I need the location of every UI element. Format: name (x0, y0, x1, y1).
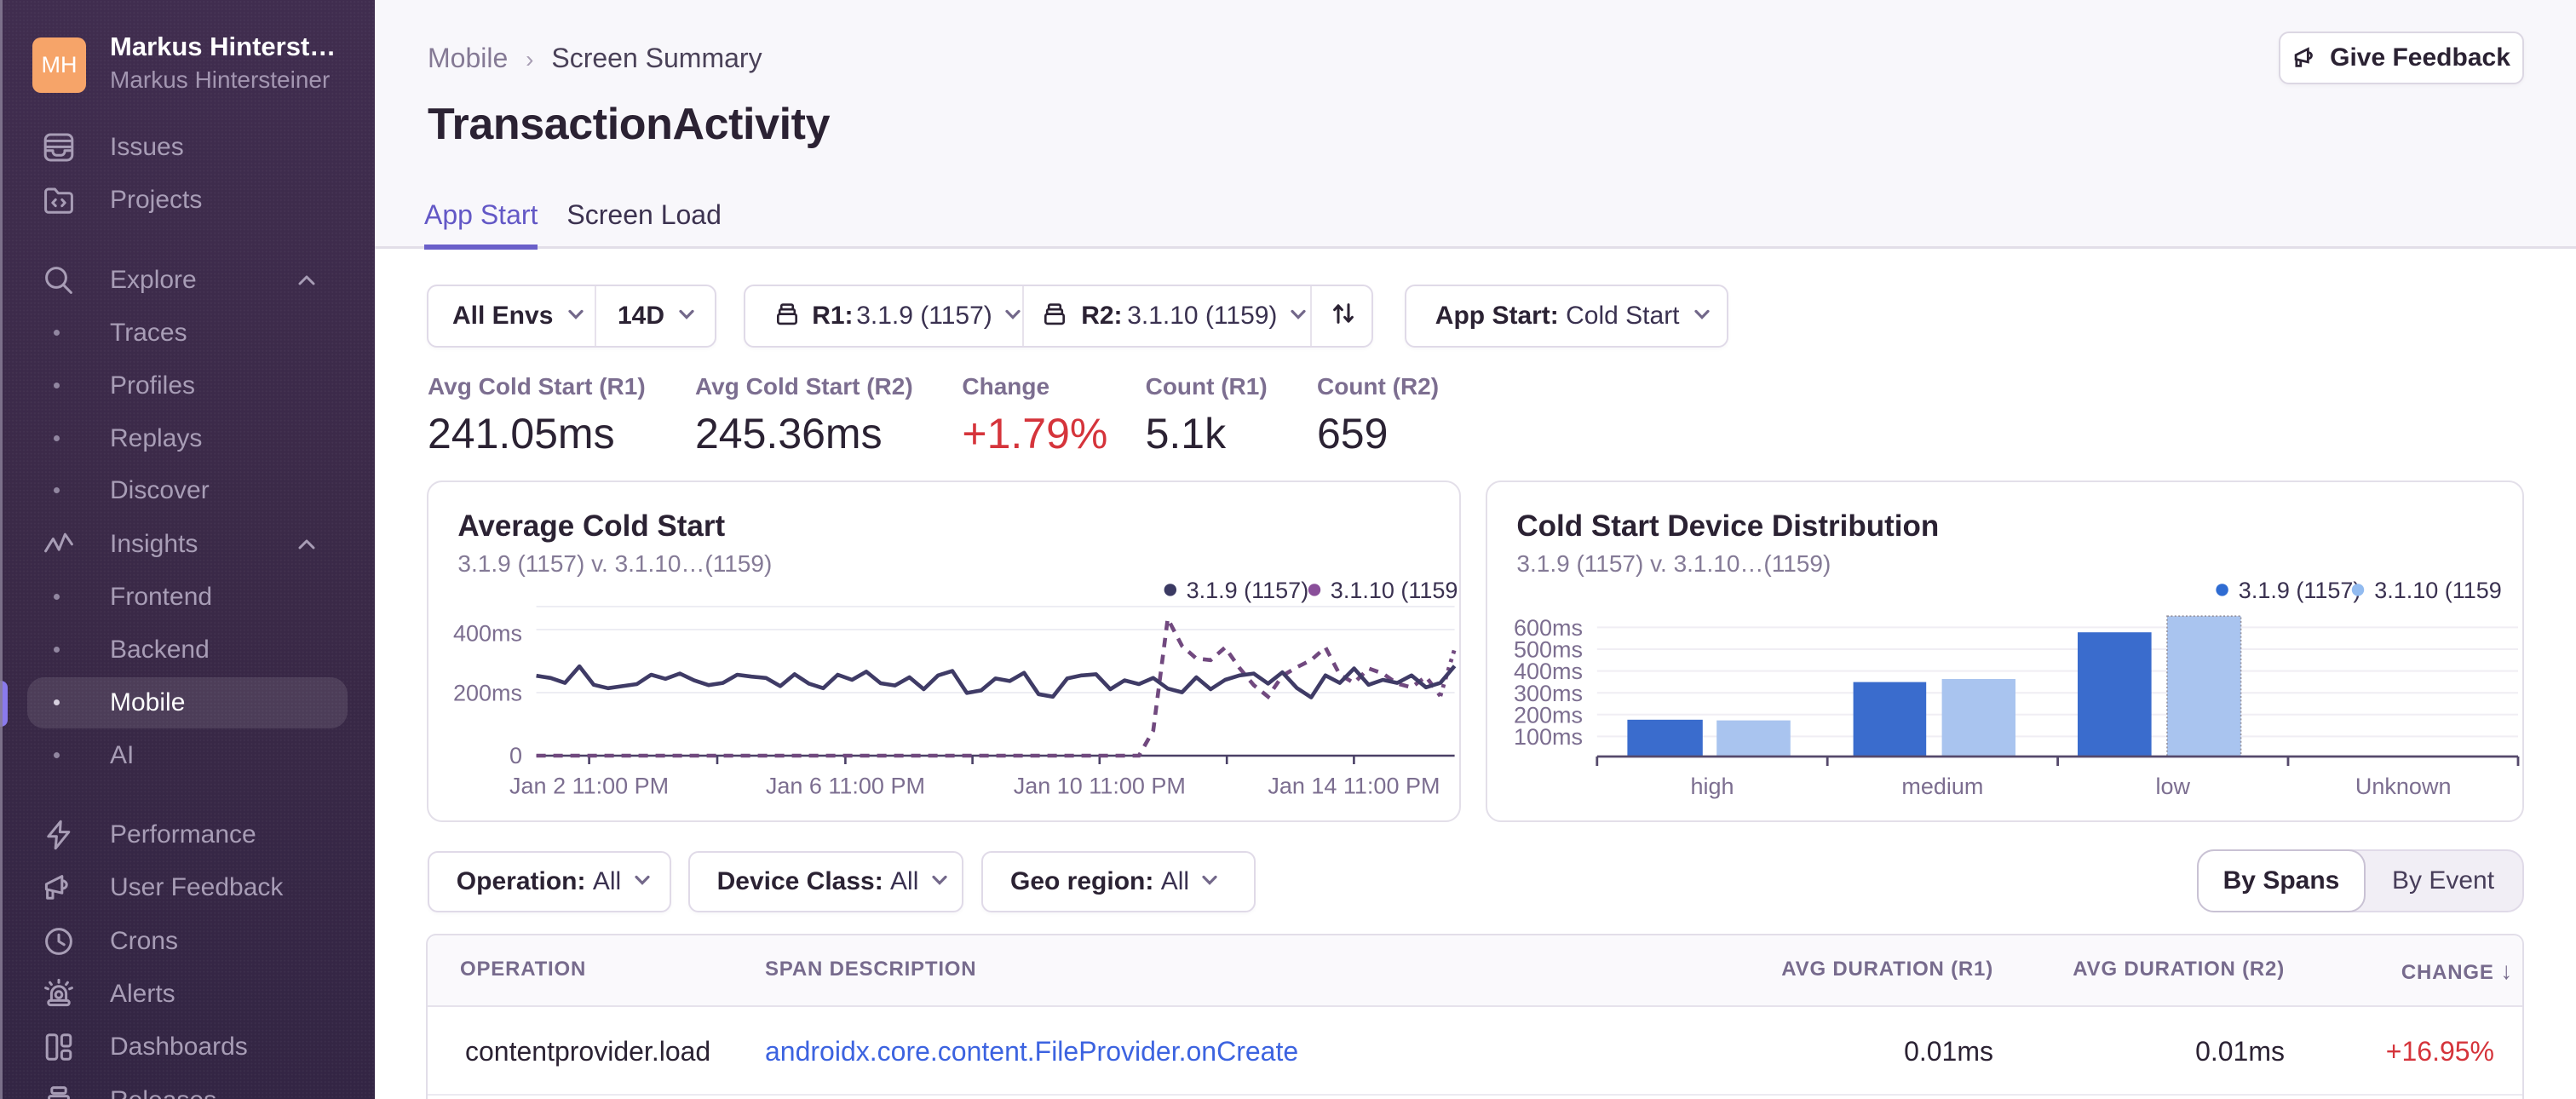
svg-text:high: high (1691, 774, 1734, 799)
svg-text:Jan 10 11:00 PM: Jan 10 11:00 PM (1014, 774, 1186, 799)
svg-text:3.1.9 (1157): 3.1.9 (1157) (1187, 578, 1309, 603)
svg-text:0: 0 (509, 743, 522, 768)
svg-text:Jan 14 11:00 PM: Jan 14 11:00 PM (1268, 774, 1440, 799)
svg-text:100ms: 100ms (1514, 724, 1583, 750)
svg-text:Jan 6 11:00 PM: Jan 6 11:00 PM (766, 774, 925, 799)
svg-text:3.1.10 (1159: 3.1.10 (1159 (1331, 578, 1458, 603)
svg-text:low: low (2156, 774, 2191, 799)
svg-text:medium: medium (1902, 774, 1984, 799)
svg-text:200ms: 200ms (453, 680, 522, 705)
svg-text:Unknown: Unknown (2355, 774, 2452, 799)
svg-text:3.1.10 (1159: 3.1.10 (1159 (2375, 578, 2503, 603)
svg-text:3.1.9 (1157): 3.1.9 (1157) (2239, 578, 2361, 603)
svg-text:400ms: 400ms (453, 621, 522, 647)
svg-text:Jan 2 11:00 PM: Jan 2 11:00 PM (509, 774, 669, 799)
